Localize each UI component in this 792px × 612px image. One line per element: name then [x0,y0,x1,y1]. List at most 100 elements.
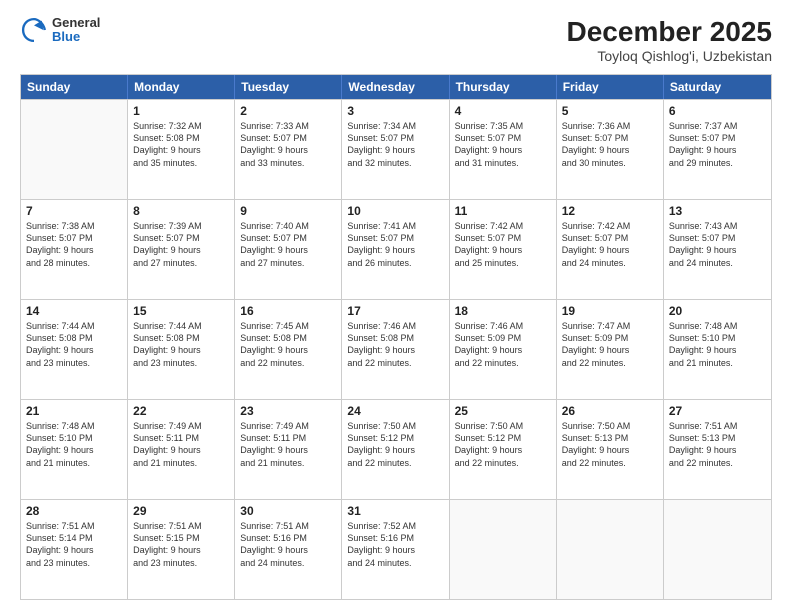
day-number: 23 [240,403,336,419]
cell-line: and 22 minutes. [455,457,551,469]
cell-line: and 27 minutes. [133,257,229,269]
cell-line: and 22 minutes. [562,357,658,369]
header: General Blue December 2025 Toyloq Qishlo… [20,16,772,64]
day-number: 14 [26,303,122,319]
cell-line: Daylight: 9 hours [562,444,658,456]
cell-line: Sunset: 5:13 PM [562,432,658,444]
day-number: 13 [669,203,766,219]
cell-line: Sunrise: 7:50 AM [347,420,443,432]
cell-line: and 22 minutes. [347,457,443,469]
cell-line: Sunrise: 7:51 AM [240,520,336,532]
calendar-cell: 31Sunrise: 7:52 AMSunset: 5:16 PMDayligh… [342,500,449,599]
calendar-cell: 10Sunrise: 7:41 AMSunset: 5:07 PMDayligh… [342,200,449,299]
cell-line: Daylight: 9 hours [133,544,229,556]
cell-line: Daylight: 9 hours [347,144,443,156]
cell-line: Sunrise: 7:47 AM [562,320,658,332]
cell-line: Sunrise: 7:52 AM [347,520,443,532]
calendar-subtitle: Toyloq Qishlog'i, Uzbekistan [567,48,772,64]
day-number: 22 [133,403,229,419]
cell-line: Sunrise: 7:45 AM [240,320,336,332]
cell-line: Daylight: 9 hours [562,144,658,156]
cell-line: Sunrise: 7:38 AM [26,220,122,232]
cell-line: Sunset: 5:14 PM [26,532,122,544]
cell-line: Daylight: 9 hours [240,444,336,456]
cell-line: Daylight: 9 hours [347,444,443,456]
cell-line: Sunset: 5:08 PM [133,132,229,144]
weekday-header-sunday: Sunday [21,75,128,99]
calendar-cell: 5Sunrise: 7:36 AMSunset: 5:07 PMDaylight… [557,100,664,199]
cell-line: Sunrise: 7:41 AM [347,220,443,232]
calendar-cell: 28Sunrise: 7:51 AMSunset: 5:14 PMDayligh… [21,500,128,599]
cell-line: Sunrise: 7:39 AM [133,220,229,232]
weekday-header-tuesday: Tuesday [235,75,342,99]
cell-line: and 35 minutes. [133,157,229,169]
calendar: SundayMondayTuesdayWednesdayThursdayFrid… [20,74,772,600]
cell-line: Sunrise: 7:35 AM [455,120,551,132]
cell-line: Sunrise: 7:49 AM [133,420,229,432]
cell-line: and 29 minutes. [669,157,766,169]
calendar-cell: 17Sunrise: 7:46 AMSunset: 5:08 PMDayligh… [342,300,449,399]
cell-line: Sunset: 5:13 PM [669,432,766,444]
calendar-cell: 1Sunrise: 7:32 AMSunset: 5:08 PMDaylight… [128,100,235,199]
weekday-header-friday: Friday [557,75,664,99]
cell-line: and 33 minutes. [240,157,336,169]
calendar-title: December 2025 [567,16,772,48]
calendar-cell: 25Sunrise: 7:50 AMSunset: 5:12 PMDayligh… [450,400,557,499]
cell-line: and 24 minutes. [347,557,443,569]
cell-line: Sunrise: 7:33 AM [240,120,336,132]
cell-line: Sunset: 5:07 PM [562,232,658,244]
cell-line: Sunset: 5:08 PM [133,332,229,344]
day-number: 18 [455,303,551,319]
calendar-cell: 9Sunrise: 7:40 AMSunset: 5:07 PMDaylight… [235,200,342,299]
calendar-row-3: 21Sunrise: 7:48 AMSunset: 5:10 PMDayligh… [21,399,771,499]
logo: General Blue [20,16,100,45]
calendar-cell: 15Sunrise: 7:44 AMSunset: 5:08 PMDayligh… [128,300,235,399]
day-number: 21 [26,403,122,419]
cell-line: and 21 minutes. [240,457,336,469]
calendar-row-1: 7Sunrise: 7:38 AMSunset: 5:07 PMDaylight… [21,199,771,299]
day-number: 3 [347,103,443,119]
day-number: 30 [240,503,336,519]
cell-line: and 24 minutes. [240,557,336,569]
cell-line: Sunrise: 7:36 AM [562,120,658,132]
calendar-cell [21,100,128,199]
day-number: 28 [26,503,122,519]
cell-line: Sunrise: 7:50 AM [562,420,658,432]
cell-line: and 22 minutes. [455,357,551,369]
cell-line: Sunset: 5:07 PM [347,232,443,244]
calendar-row-2: 14Sunrise: 7:44 AMSunset: 5:08 PMDayligh… [21,299,771,399]
cell-line: Sunset: 5:12 PM [347,432,443,444]
cell-line: Sunset: 5:12 PM [455,432,551,444]
cell-line: Sunrise: 7:34 AM [347,120,443,132]
cell-line: and 21 minutes. [26,457,122,469]
page: General Blue December 2025 Toyloq Qishlo… [0,0,792,612]
calendar-cell: 6Sunrise: 7:37 AMSunset: 5:07 PMDaylight… [664,100,771,199]
calendar-cell [557,500,664,599]
cell-line: and 30 minutes. [562,157,658,169]
cell-line: Sunset: 5:07 PM [455,132,551,144]
weekday-header-monday: Monday [128,75,235,99]
cell-line: Daylight: 9 hours [240,544,336,556]
calendar-cell: 14Sunrise: 7:44 AMSunset: 5:08 PMDayligh… [21,300,128,399]
day-number: 20 [669,303,766,319]
cell-line: Daylight: 9 hours [26,444,122,456]
cell-line: Sunset: 5:09 PM [455,332,551,344]
cell-line: and 23 minutes. [26,357,122,369]
cell-line: Sunrise: 7:44 AM [133,320,229,332]
calendar-cell: 11Sunrise: 7:42 AMSunset: 5:07 PMDayligh… [450,200,557,299]
cell-line: Sunrise: 7:37 AM [669,120,766,132]
cell-line: and 22 minutes. [347,357,443,369]
calendar-cell: 24Sunrise: 7:50 AMSunset: 5:12 PMDayligh… [342,400,449,499]
calendar-cell: 22Sunrise: 7:49 AMSunset: 5:11 PMDayligh… [128,400,235,499]
cell-line: Sunset: 5:07 PM [26,232,122,244]
cell-line: Sunset: 5:11 PM [133,432,229,444]
calendar-cell: 8Sunrise: 7:39 AMSunset: 5:07 PMDaylight… [128,200,235,299]
cell-line: Sunset: 5:08 PM [240,332,336,344]
logo-blue: Blue [52,30,100,44]
cell-line: Sunrise: 7:50 AM [455,420,551,432]
cell-line: and 23 minutes. [133,557,229,569]
cell-line: Sunset: 5:07 PM [562,132,658,144]
day-number: 6 [669,103,766,119]
cell-line: Sunset: 5:07 PM [347,132,443,144]
cell-line: Sunrise: 7:48 AM [26,420,122,432]
